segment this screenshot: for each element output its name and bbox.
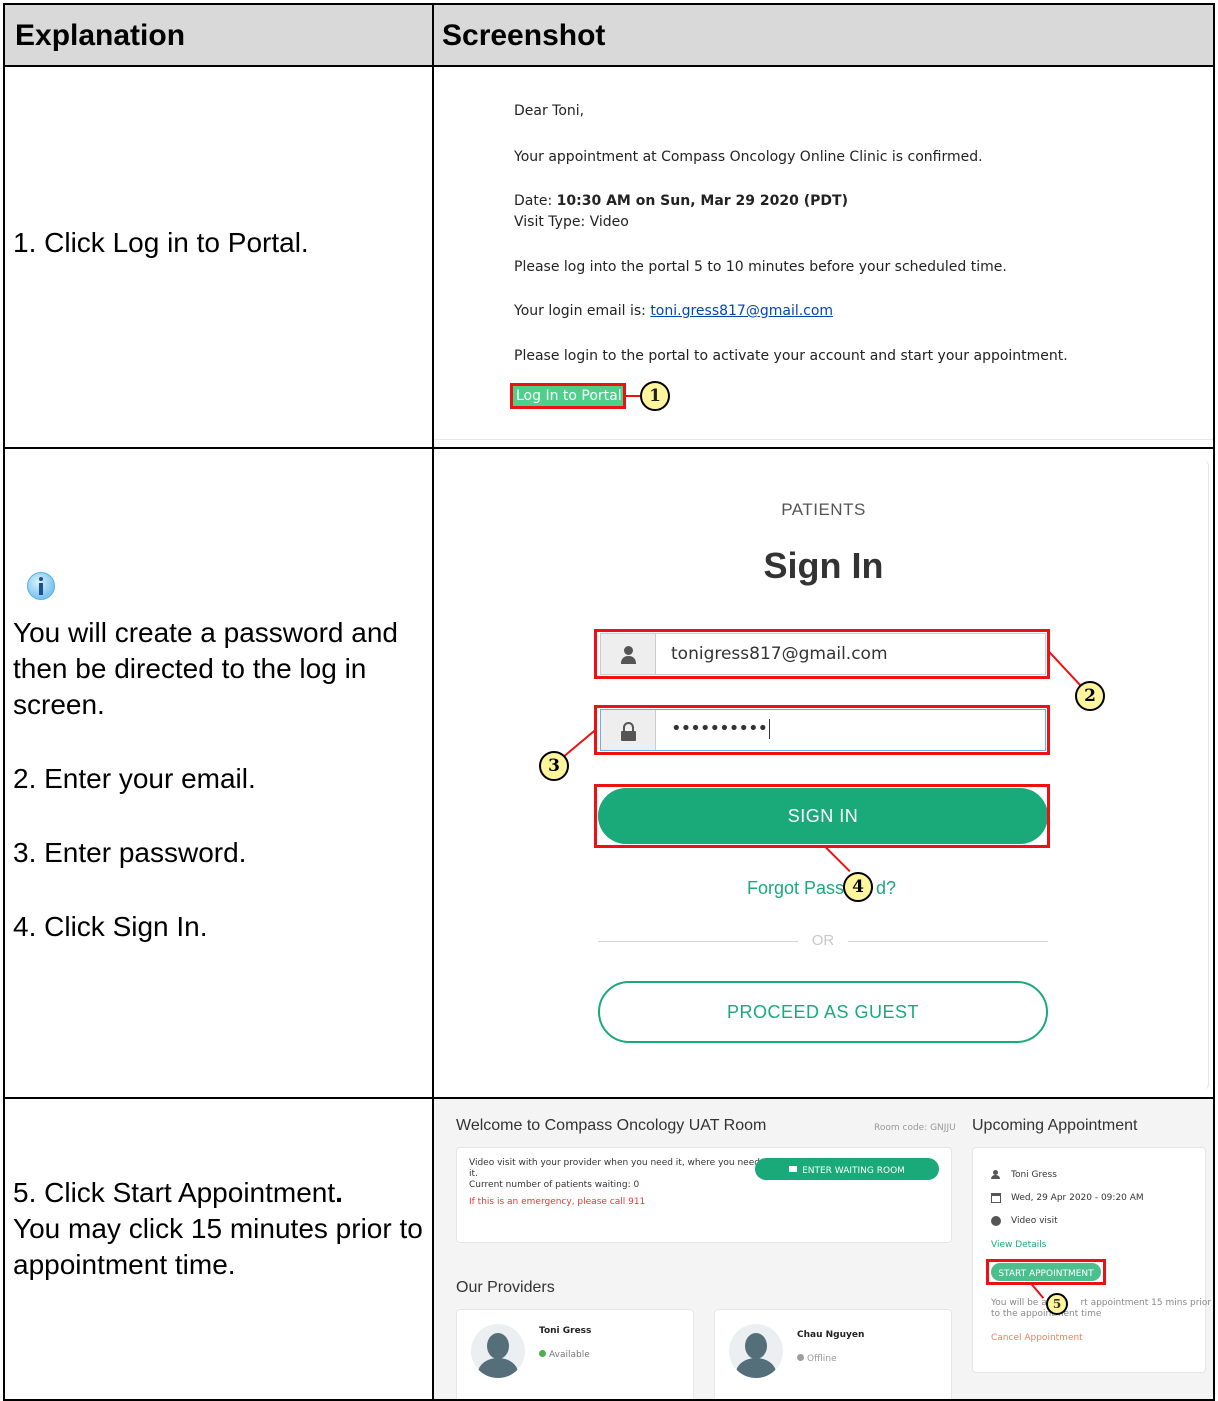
email-screenshot: Dear Toni, Your appointment at Compass O… (434, 67, 1213, 447)
provider-card-toni[interactable]: Toni Gress Available (456, 1309, 694, 1399)
row-divider (5, 447, 1213, 449)
email-confirmation: Your appointment at Compass Oncology Onl… (514, 149, 983, 165)
signin-title: Sign In (763, 545, 884, 586)
callout-leader (825, 846, 851, 873)
email-greeting: Dear Toni, (514, 103, 585, 119)
callout-5: 5 (1046, 1293, 1068, 1315)
calendar-icon (991, 1193, 1001, 1203)
welcome-title: Welcome to Compass Oncology UAT Room (456, 1117, 767, 1134)
step1-instruction: 1. Click Log in to Portal. (13, 227, 309, 258)
appointment-type: Video visit (1011, 1216, 1058, 1226)
callout-leader (562, 729, 597, 758)
start-note-b: rt appointment 15 mins prior (1080, 1298, 1212, 1308)
signin-eyebrow: PATIENTS (781, 500, 866, 519)
email-footer-line (434, 439, 1213, 440)
avatar (729, 1324, 783, 1378)
patients-waiting: Current number of patients waiting: 0 (469, 1180, 640, 1190)
provider-name: Toni Gress (539, 1326, 592, 1336)
date-label: Date: (514, 193, 557, 209)
divider-right (848, 941, 1048, 942)
provider-card-chau[interactable]: Chau Nguyen Offline (714, 1309, 952, 1399)
appointment-datetime: Wed, 29 Apr 2020 - 09:20 AM (1011, 1193, 1144, 1203)
step5-instruction: 5. Click Start Appointment. You may click… (13, 1175, 423, 1283)
step5-note: You may click 15 minutes prior to appoin… (13, 1213, 423, 1280)
callout-1: 1 (640, 381, 670, 411)
forgot-text-right: d? (876, 878, 897, 898)
video-icon (789, 1165, 798, 1172)
appointment-patient: Toni Gress (1011, 1170, 1057, 1180)
cancel-appointment-link[interactable]: Cancel Appointment (991, 1333, 1083, 1343)
avatar (471, 1324, 525, 1378)
person-icon (991, 1170, 1001, 1180)
header-explanation: Explanation (15, 19, 186, 52)
step4-instruction: 4. Click Sign In. (13, 911, 208, 942)
enter-waiting-room-label: ENTER WAITING ROOM (802, 1166, 905, 1176)
start-note-cont: to the appointment time (991, 1309, 1102, 1319)
or-separator: OR (811, 932, 835, 949)
waiting-text: Video visit with your provider when you … (469, 1158, 760, 1168)
proceed-as-guest-button[interactable]: PROCEED AS GUEST (598, 981, 1048, 1043)
view-details-link[interactable]: View Details (991, 1240, 1046, 1250)
waiting-room-card: Video visit with your provider when you … (456, 1147, 952, 1243)
email-visit-type: Visit Type: Video (514, 214, 629, 230)
date-value: 10:30 AM on Sun, Mar 29 2020 (PDT) (556, 193, 848, 209)
provider-status: Available (549, 1350, 590, 1360)
step2-instruction: 2. Enter your email. (13, 763, 256, 794)
provider-status: Offline (807, 1354, 837, 1364)
highlight-start-appointment (986, 1259, 1106, 1285)
highlight-sign-in (594, 784, 1050, 848)
enter-waiting-room-button[interactable]: ENTER WAITING ROOM (755, 1158, 939, 1180)
providers-title: Our Providers (456, 1279, 555, 1296)
callout-2: 2 (1075, 681, 1105, 711)
email-login-email: Your login email is: toni.gress817@gmail… (514, 303, 833, 319)
forgot-password-link[interactable]: Forgot Pass d? (747, 878, 896, 899)
table-header (5, 5, 1213, 65)
password-note: You will create a password and then be d… (13, 617, 398, 720)
step5-dot: . (335, 1177, 343, 1208)
highlight-password (594, 705, 1050, 755)
callout-leader (1031, 1283, 1045, 1299)
waiting-text-cont: it. (469, 1169, 478, 1179)
email-activate-hint: Please login to the portal to activate y… (514, 348, 1068, 364)
login-email-link[interactable]: toni.gress817@gmail.com (650, 303, 833, 319)
instruction-table: Explanation Screenshot 1. Click Log in t… (3, 3, 1215, 1401)
start-note: You will be able rt appointment 15 mins p… (991, 1298, 1211, 1308)
step3-instruction: 3. Enter password. (13, 837, 247, 868)
upcoming-title: Upcoming Appointment (972, 1117, 1138, 1134)
highlight-email (594, 629, 1050, 679)
callout-leader (1047, 649, 1082, 687)
dashboard-screenshot: Welcome to Compass Oncology UAT Room Roo… (434, 1099, 1213, 1399)
step5-text: 5. Click Start Appointment (13, 1177, 336, 1208)
room-code: Room code: GNJJU (874, 1123, 956, 1133)
status-badge: Offline (797, 1354, 837, 1364)
login-email-label: Your login email is: (514, 303, 651, 319)
emergency-note: If this is an emergency, please call 911 (469, 1197, 646, 1207)
info-icon (27, 572, 55, 600)
status-badge: Available (539, 1350, 590, 1360)
upcoming-appointment-card: Toni Gress Wed, 29 Apr 2020 - 09:20 AM V… (972, 1147, 1211, 1373)
forgot-text-left: Forgot Pass (747, 878, 845, 898)
callout-4: 4 (843, 872, 873, 902)
log-in-to-portal-button[interactable]: Log In to Portal (510, 383, 626, 409)
callout-3: 3 (539, 751, 569, 781)
email-date: Date: 10:30 AM on Sun, Mar 29 2020 (PDT) (514, 193, 848, 209)
divider-left (598, 941, 798, 942)
provider-name: Chau Nguyen (797, 1330, 865, 1340)
info-circle-icon (991, 1216, 1001, 1226)
email-login-hint: Please log into the portal 5 to 10 minut… (514, 259, 1007, 275)
header-screenshot: Screenshot (442, 19, 606, 52)
